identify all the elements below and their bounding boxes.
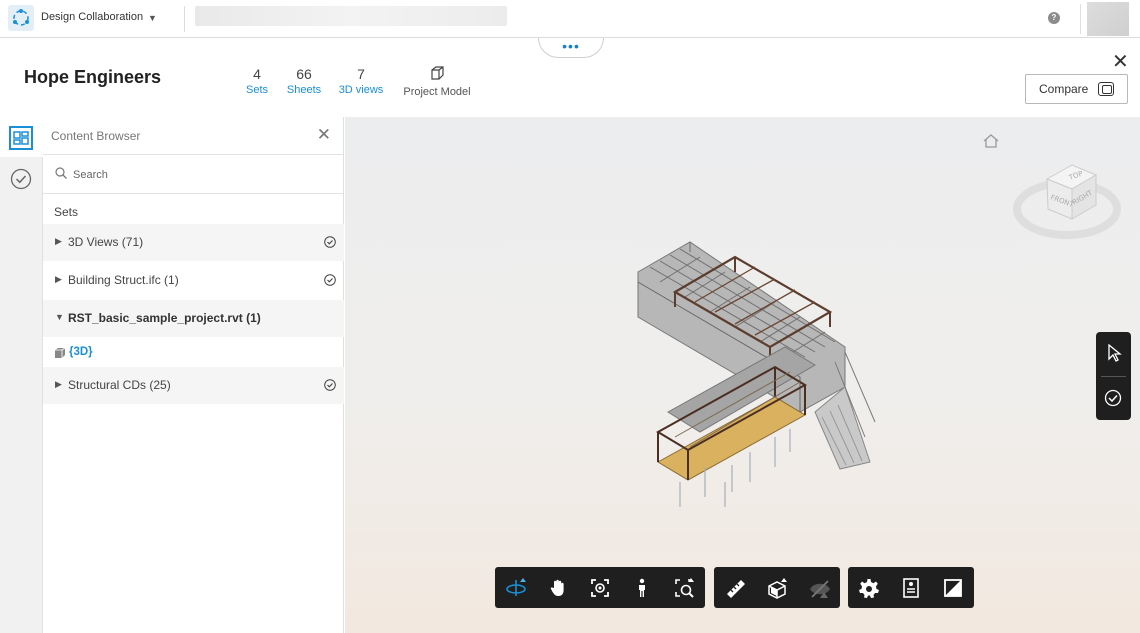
browser-header: Content Browser ✕ (43, 117, 343, 155)
app-logo[interactable] (8, 5, 34, 31)
design-collaboration-logo-icon (13, 9, 29, 26)
3d-viewer-canvas[interactable]: TOP FRONT RIGHT (345, 117, 1140, 633)
check-circle-icon[interactable] (324, 274, 336, 286)
content-browser: Content Browser ✕ Sets ▶ 3D Views (71) ▶… (43, 117, 344, 633)
search-row (43, 155, 343, 194)
settings-icon (859, 579, 879, 598)
divider (1101, 376, 1126, 377)
markup-check-button[interactable] (1096, 378, 1131, 418)
tree-item-label: RST_basic_sample_project.rvt (1) (68, 311, 261, 325)
cube-icon (399, 66, 475, 84)
expand-arrow-icon[interactable]: ▶ (55, 274, 62, 285)
compare-icon (1098, 82, 1114, 96)
avatar[interactable] (1087, 2, 1129, 36)
3d-view-icon (55, 347, 66, 358)
tree-item-label: Building Struct.ifc (1) (68, 273, 179, 287)
check-circle-icon (10, 168, 32, 190)
stat-value: 4 (253, 66, 261, 82)
expand-arrow-icon[interactable]: ▶ (55, 236, 62, 247)
hide-button[interactable] (798, 567, 840, 608)
properties-icon (903, 578, 919, 598)
rail-reviews-button[interactable] (0, 159, 43, 199)
tree-item-label: {3D} (69, 346, 93, 358)
select-tool-button[interactable] (1096, 334, 1131, 374)
orbit-icon (506, 578, 526, 596)
project-model-button[interactable]: Project Model (399, 66, 475, 98)
properties-button[interactable] (890, 567, 932, 608)
cursor-icon (1108, 344, 1122, 362)
stat-label: Sets (245, 84, 268, 96)
hide-icon (810, 580, 830, 598)
collapse-header-tab[interactable]: ••• (538, 38, 604, 58)
tree-item-rst-basic-sample-project[interactable]: ▼ RST_basic_sample_project.rvt (1) (43, 300, 344, 337)
check-circle-icon[interactable] (324, 236, 336, 248)
building-model[interactable] (630, 237, 895, 512)
tree-item-building-struct[interactable]: ▶ Building Struct.ifc (1) (43, 262, 344, 299)
viewcube[interactable]: TOP FRONT RIGHT (1012, 147, 1122, 242)
close-icon[interactable]: ✕ (317, 126, 331, 143)
top-bar: Design Collaboration ▼ ? (0, 0, 1140, 38)
pan-button[interactable] (537, 567, 579, 608)
check-circle-icon (1104, 389, 1122, 407)
close-icon[interactable]: ✕ (1112, 52, 1129, 72)
blurred-breadcrumb (195, 6, 507, 26)
browser-title: Content Browser (51, 129, 141, 143)
left-rail (0, 117, 43, 633)
first-person-button[interactable] (621, 567, 663, 608)
sheets-icon (9, 126, 33, 150)
measure-button[interactable] (714, 567, 756, 608)
home-icon[interactable] (982, 133, 1000, 149)
collapse-arrow-icon[interactable]: ▼ (55, 312, 64, 322)
stat-value: 66 (296, 66, 312, 82)
sets-heading: Sets (54, 205, 79, 219)
stat-3d-views[interactable]: 7 3D views (336, 66, 386, 96)
section-box-button[interactable] (756, 567, 798, 608)
fullscreen-icon (944, 579, 962, 597)
first-person-icon (639, 578, 645, 597)
stat-label: 3D views (338, 84, 384, 96)
stat-value: 7 (357, 66, 365, 82)
orbit-button[interactable] (495, 567, 537, 608)
fullscreen-button[interactable] (932, 567, 974, 608)
tree-item-label: Structural CDs (25) (68, 378, 171, 392)
expand-arrow-icon[interactable]: ▶ (55, 379, 62, 390)
more-dots-icon: ••• (562, 38, 580, 54)
divider (1080, 4, 1081, 34)
help-icon[interactable]: ? (1048, 12, 1060, 24)
search-input[interactable] (73, 166, 323, 184)
pan-icon (550, 579, 564, 596)
chevron-down-icon[interactable]: ▼ (148, 13, 157, 23)
rail-sheets-button[interactable] (0, 117, 43, 157)
compare-button[interactable]: Compare (1025, 74, 1128, 104)
page-title: Hope Engineers (24, 67, 162, 87)
tree-item-3d-views[interactable]: ▶ 3D Views (71) (43, 224, 344, 261)
side-toolbar (1096, 332, 1131, 420)
zoom-window-icon (675, 578, 694, 598)
tree-item-structural-cds[interactable]: ▶ Structural CDs (25) (43, 367, 344, 404)
modeling-toolbar (714, 567, 840, 608)
stat-label: Sheets (286, 84, 322, 96)
divider (184, 6, 185, 32)
settings-button[interactable] (848, 567, 890, 608)
section-box-icon (768, 578, 787, 599)
navigation-toolbar (495, 567, 705, 608)
app-name[interactable]: Design Collaboration (41, 11, 143, 23)
fit-to-view-button[interactable] (579, 567, 621, 608)
search-icon (55, 167, 67, 179)
stat-sheets[interactable]: 66 Sheets (283, 66, 325, 96)
check-circle-icon[interactable] (324, 379, 336, 391)
compare-label: Compare (1039, 82, 1089, 96)
tree-item-label: 3D Views (71) (68, 235, 144, 249)
measure-icon (727, 580, 745, 598)
zoom-window-button[interactable] (663, 567, 705, 608)
stat-sets[interactable]: 4 Sets (244, 66, 270, 96)
fit-to-view-icon (591, 579, 609, 597)
settings-toolbar (848, 567, 974, 608)
project-model-label: Project Model (403, 86, 471, 98)
